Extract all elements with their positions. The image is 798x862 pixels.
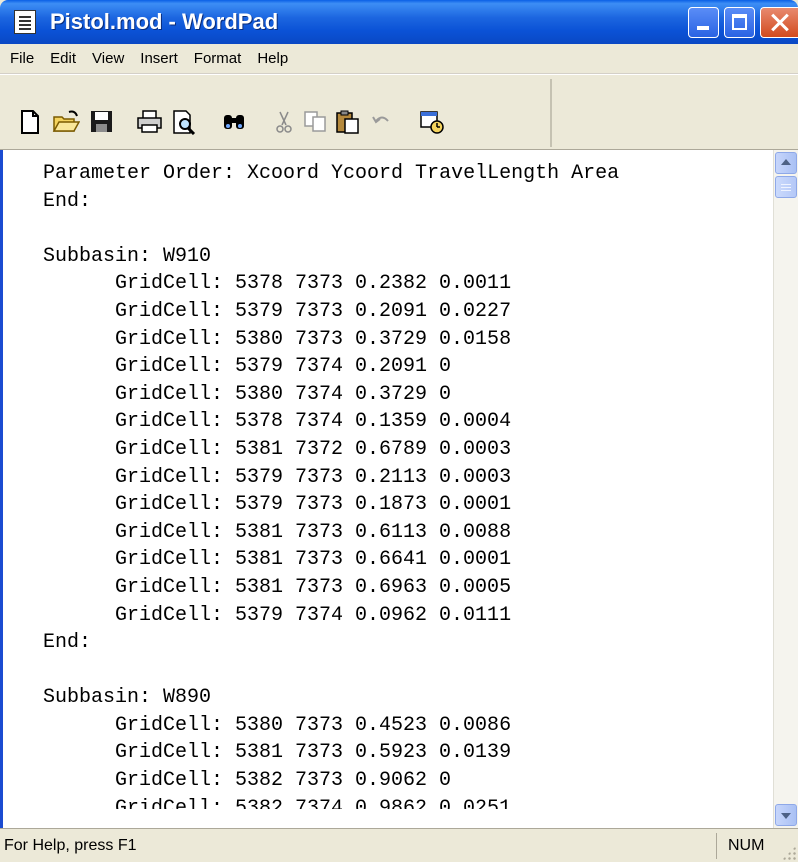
vertical-scrollbar[interactable] [773, 150, 798, 828]
document-line: GridCell: 5380 7373 0.4523 0.0086 [115, 713, 512, 737]
document-line: GridCell: 5379 7373 0.2091 0.0227 [115, 299, 512, 323]
document-line: GridCell: 5380 7373 0.3729 0.0158 [115, 327, 512, 351]
wordpad-window: Pistol.mod - WordPad File Edit View Inse… [0, 0, 798, 862]
toolbar [0, 74, 798, 150]
document-line: Subbasin: W890 [43, 686, 212, 710]
status-help-text: For Help, press F1 [4, 837, 137, 854]
close-button[interactable] [760, 7, 798, 38]
document-line: GridCell: 5382 7373 0.9062 0 [115, 769, 452, 793]
document-line: GridCell: 5381 7372 0.6789 0.0003 [115, 437, 512, 461]
insert-date-time-icon[interactable] [418, 109, 446, 135]
status-bar: For Help, press F1 NUM [0, 828, 798, 862]
menu-format[interactable]: Format [186, 46, 250, 72]
cut-icon[interactable] [270, 109, 298, 135]
maximize-button[interactable] [724, 7, 755, 38]
document-line: Subbasin: W910 [43, 244, 212, 268]
document-line: GridCell: 5379 7374 0.0962 0.0111 [115, 603, 512, 627]
find-icon[interactable] [220, 109, 248, 135]
document-line: GridCell: 5381 7373 0.6641 0.0001 [115, 548, 512, 572]
open-folder-icon[interactable] [52, 109, 80, 135]
resize-grip-icon[interactable] [782, 846, 796, 860]
document-line: End: [43, 631, 92, 655]
document-line: End: [43, 189, 92, 213]
document-line: GridCell: 5381 7373 0.6963 0.0005 [115, 575, 512, 599]
document-line: GridCell: 5379 7373 0.1873 0.0001 [115, 493, 512, 517]
new-document-icon[interactable] [16, 109, 44, 135]
print-preview-icon[interactable] [170, 109, 198, 135]
copy-icon[interactable] [302, 109, 330, 135]
document-line: GridCell: 5381 7373 0.6113 0.0088 [115, 520, 512, 544]
document-line: GridCell: 5381 7373 0.5923 0.0139 [115, 741, 512, 765]
document-line: GridCell: 5378 7373 0.2382 0.0011 [115, 272, 512, 296]
paste-icon[interactable] [334, 109, 362, 135]
minimize-button[interactable] [688, 7, 719, 38]
document-text[interactable]: Parameter Order: Xcoord Ycoord TravelLen… [43, 160, 763, 809]
menu-help[interactable]: Help [249, 46, 296, 72]
menu-view[interactable]: View [84, 46, 132, 72]
document-area[interactable]: Parameter Order: Xcoord Ycoord TravelLen… [0, 150, 798, 828]
document-line: GridCell: 5378 7374 0.1359 0.0004 [115, 410, 512, 434]
window-title: Pistol.mod - WordPad [50, 9, 279, 34]
menu-file[interactable]: File [2, 46, 42, 72]
menu-insert[interactable]: Insert [132, 46, 186, 72]
status-divider [716, 833, 717, 859]
title-bar[interactable]: Pistol.mod - WordPad [0, 0, 798, 44]
num-lock-indicator: NUM [728, 837, 765, 854]
document-line: Parameter Order: Xcoord Ycoord TravelLen… [43, 162, 620, 185]
menu-edit[interactable]: Edit [42, 46, 84, 72]
document-line: GridCell: 5380 7374 0.3729 0 [115, 382, 452, 406]
document-line: GridCell: 5379 7374 0.2091 0 [115, 355, 452, 379]
scroll-up-button[interactable] [775, 152, 797, 174]
print-icon[interactable] [136, 109, 164, 135]
standard-toolbar [4, 79, 552, 147]
save-icon[interactable] [88, 109, 116, 135]
menu-bar: File Edit View Insert Format Help [0, 44, 798, 74]
wordpad-app-icon[interactable] [14, 10, 36, 34]
scroll-thumb[interactable] [775, 176, 797, 198]
undo-icon[interactable] [368, 109, 396, 135]
document-line: GridCell: 5382 7374 0.9862 0.0251 [115, 796, 512, 809]
document-line: GridCell: 5379 7373 0.2113 0.0003 [115, 465, 512, 489]
scroll-down-button[interactable] [775, 804, 797, 826]
